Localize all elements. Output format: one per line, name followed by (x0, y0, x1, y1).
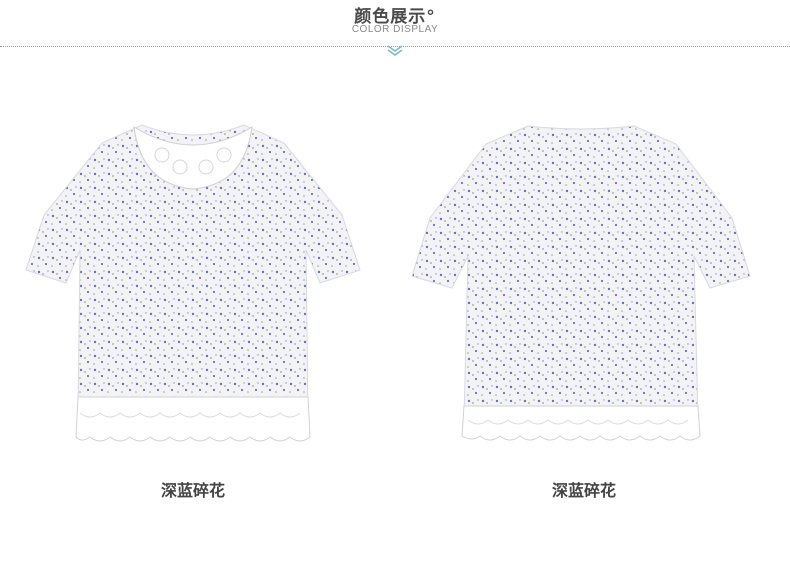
product-caption-back: 深蓝碎花 (551, 481, 616, 500)
double-chevron-down-icon (387, 45, 403, 56)
product-caption-front: 深蓝碎花 (160, 481, 225, 500)
blouse-back-image (411, 125, 751, 441)
header-subtitle: COLOR DISPLAY (351, 24, 439, 35)
blouse-front-image (25, 124, 361, 442)
